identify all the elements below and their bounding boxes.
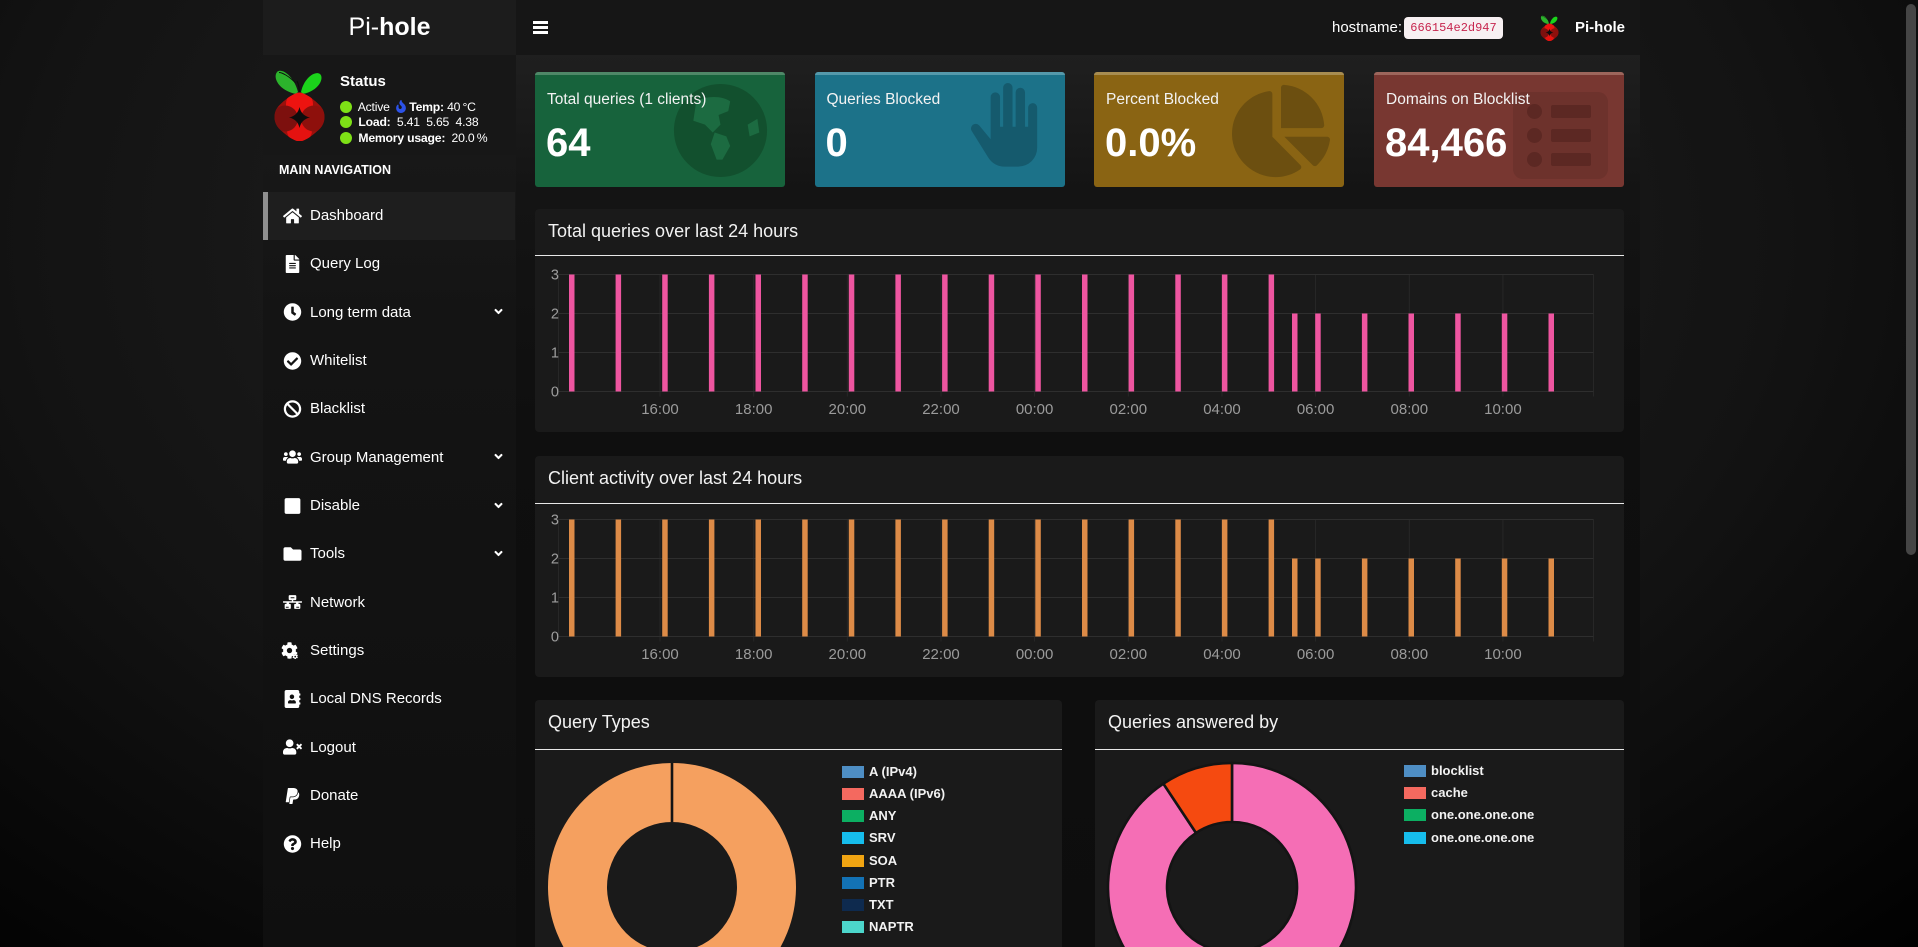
svg-text:00:00: 00:00 [1016, 401, 1054, 418]
svg-text:02:00: 02:00 [1110, 646, 1148, 663]
svg-text:16:00: 16:00 [641, 646, 679, 663]
svg-text:10:00: 10:00 [1484, 646, 1522, 663]
svg-text:20:00: 20:00 [829, 646, 867, 663]
svg-text:3: 3 [551, 268, 559, 284]
svg-text:04:00: 04:00 [1203, 646, 1241, 663]
svg-text:00:00: 00:00 [1016, 646, 1054, 663]
svg-text:08:00: 08:00 [1391, 646, 1429, 663]
svg-text:0: 0 [551, 385, 559, 401]
svg-text:22:00: 22:00 [922, 646, 960, 663]
svg-text:08:00: 08:00 [1391, 401, 1429, 418]
svg-text:04:00: 04:00 [1203, 401, 1241, 418]
svg-text:06:00: 06:00 [1297, 401, 1335, 418]
svg-text:2: 2 [551, 552, 559, 568]
svg-text:20:00: 20:00 [829, 401, 867, 418]
svg-text:16:00: 16:00 [641, 401, 679, 418]
svg-text:1: 1 [551, 591, 559, 607]
svg-text:0: 0 [551, 630, 559, 646]
svg-text:3: 3 [551, 513, 559, 529]
svg-text:22:00: 22:00 [922, 401, 960, 418]
svg-text:18:00: 18:00 [735, 646, 773, 663]
svg-text:18:00: 18:00 [735, 401, 773, 418]
svg-text:02:00: 02:00 [1110, 401, 1148, 418]
svg-text:10:00: 10:00 [1484, 401, 1522, 418]
svg-text:06:00: 06:00 [1297, 646, 1335, 663]
svg-text:1: 1 [551, 346, 559, 362]
svg-text:2: 2 [551, 307, 559, 323]
